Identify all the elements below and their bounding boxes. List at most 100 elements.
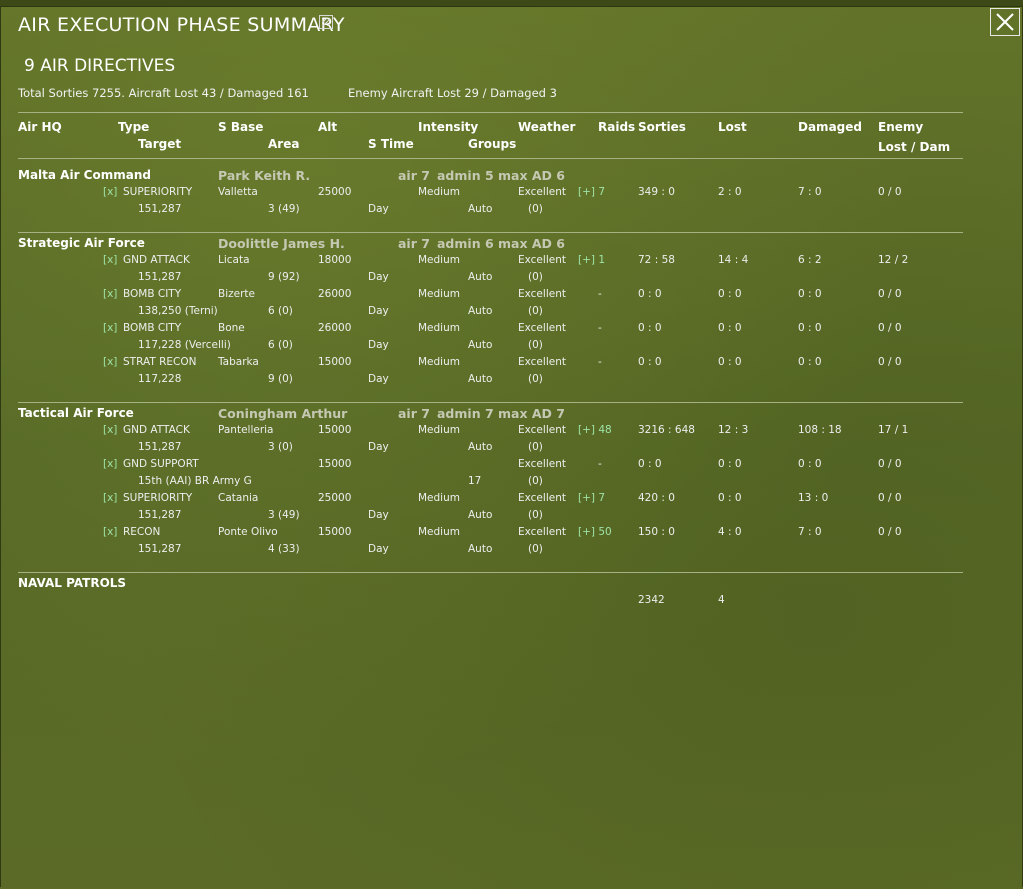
mission-sorties: 3216 : 648 <box>638 424 695 436</box>
mission-sorties: 72 : 58 <box>638 254 675 266</box>
mission-groups: 17 <box>468 475 482 487</box>
mission-time: Day <box>368 305 389 317</box>
mission-groups: Auto <box>468 441 493 453</box>
mission-base: Catania <box>218 492 259 504</box>
mission-intensity: Medium <box>418 186 460 198</box>
col-s-base: S Base <box>218 120 264 134</box>
mission-target: 151,287 <box>138 509 182 521</box>
enemy-totals: Enemy Aircraft Lost 29 / Damaged 3 <box>348 86 557 100</box>
mission-raids: - <box>598 356 602 368</box>
mission-sorties: 0 : 0 <box>638 356 662 368</box>
col-intensity: Intensity <box>418 120 479 134</box>
hq-air-rating: air 7 <box>398 406 430 421</box>
mission-lost: 0 : 0 <box>718 458 742 470</box>
mission-toggle[interactable]: [x] <box>103 492 117 504</box>
mission-damaged: 7 : 0 <box>798 186 822 198</box>
mission-alt: 15000 <box>318 424 352 436</box>
mission-raids[interactable]: [+] 7 <box>578 186 605 198</box>
mission-raid-count: (0) <box>528 203 543 215</box>
mission-raid-count: (0) <box>528 271 543 283</box>
mission-raid-count: (0) <box>528 509 543 521</box>
mission-raid-count: (0) <box>528 441 543 453</box>
mission-groups: Auto <box>468 509 493 521</box>
mission-intensity: Medium <box>418 322 460 334</box>
mission-toggle[interactable]: [x] <box>103 288 117 300</box>
mission-type: SUPERIORITY <box>123 186 193 198</box>
mission-toggle[interactable]: [x] <box>103 356 117 368</box>
section-divider <box>18 572 963 573</box>
mission-base: Tabarka <box>218 356 259 368</box>
hq-admin-rating: admin 6 <box>437 236 494 251</box>
mission-damaged: 0 : 0 <box>798 288 822 300</box>
mission-alt: 26000 <box>318 288 352 300</box>
mission-weather: Excellent <box>518 458 566 470</box>
hq-commander[interactable]: Coningham Arthur <box>218 406 347 421</box>
section-divider <box>18 402 963 403</box>
mission-enemy: 0 / 0 <box>878 322 902 334</box>
mission-lost: 14 : 4 <box>718 254 749 266</box>
mission-intensity: Medium <box>418 526 460 538</box>
report-icon[interactable] <box>319 15 333 29</box>
directives-heading: 9 AIR DIRECTIVES <box>24 56 176 76</box>
mission-toggle[interactable]: [x] <box>103 254 117 266</box>
mission-damaged: 6 : 2 <box>798 254 822 266</box>
mission-toggle[interactable]: [x] <box>103 322 117 334</box>
mission-alt: 18000 <box>318 254 352 266</box>
mission-raid-count: (0) <box>528 373 543 385</box>
col-area: Area <box>268 137 300 151</box>
mission-intensity: Medium <box>418 492 460 504</box>
col-lost: Lost <box>718 120 747 134</box>
hq-name[interactable]: Strategic Air Force <box>18 236 145 250</box>
mission-raids[interactable]: [+] 7 <box>578 492 605 504</box>
col-alt: Alt <box>318 120 338 134</box>
mission-raid-count: (0) <box>528 339 543 351</box>
mission-type: BOMB CITY <box>123 322 182 334</box>
mission-lost: 0 : 0 <box>718 356 742 368</box>
hq-commander[interactable]: Park Keith R. <box>218 168 310 183</box>
mission-enemy: 12 / 2 <box>878 254 909 266</box>
mission-alt: 26000 <box>318 322 352 334</box>
hq-max-ad: max AD 6 <box>498 236 565 251</box>
mission-groups: Auto <box>468 203 493 215</box>
naval-sorties: 2342 <box>638 594 665 606</box>
mission-area: 6 (0) <box>268 305 293 317</box>
mission-base: Pantelleria <box>218 424 274 436</box>
own-totals: Total Sorties 7255. Aircraft Lost 43 / D… <box>18 86 309 100</box>
mission-toggle[interactable]: [x] <box>103 458 117 470</box>
mission-toggle[interactable]: [x] <box>103 526 117 538</box>
mission-time: Day <box>368 203 389 215</box>
mission-weather: Excellent <box>518 288 566 300</box>
mission-target: 15th (AAI) BR Army G <box>138 475 252 487</box>
hq-max-ad: max AD 6 <box>498 168 565 183</box>
mission-toggle[interactable]: [x] <box>103 424 117 436</box>
mission-base: Bizerte <box>218 288 255 300</box>
mission-time: Day <box>368 339 389 351</box>
hq-commander[interactable]: Doolittle James H. <box>218 236 345 251</box>
mission-intensity: Medium <box>418 254 460 266</box>
close-button[interactable] <box>990 8 1020 36</box>
mission-target: 151,287 <box>138 271 182 283</box>
mission-raids[interactable]: [+] 48 <box>578 424 612 436</box>
mission-enemy: 0 / 0 <box>878 288 902 300</box>
mission-type: BOMB CITY <box>123 288 182 300</box>
mission-alt: 15000 <box>318 458 352 470</box>
mission-toggle[interactable]: [x] <box>103 186 117 198</box>
mission-raid-count: (0) <box>528 475 543 487</box>
mission-time: Day <box>368 441 389 453</box>
mission-damaged: 0 : 0 <box>798 322 822 334</box>
col-damaged: Damaged <box>798 120 862 134</box>
mission-type: SUPERIORITY <box>123 492 193 504</box>
mission-raids[interactable]: [+] 1 <box>578 254 605 266</box>
mission-raids[interactable]: [+] 50 <box>578 526 612 538</box>
hq-name[interactable]: Malta Air Command <box>18 168 151 182</box>
mission-target: 138,250 (Terni) <box>138 305 218 317</box>
mission-type: RECON <box>123 526 161 538</box>
mission-damaged: 108 : 18 <box>798 424 842 436</box>
mission-groups: Auto <box>468 373 493 385</box>
mission-weather: Excellent <box>518 254 566 266</box>
mission-target: 151,287 <box>138 203 182 215</box>
hq-name[interactable]: Tactical Air Force <box>18 406 134 420</box>
col-groups: Groups <box>468 137 517 151</box>
mission-area: 3 (49) <box>268 509 300 521</box>
window-title: AIR EXECUTION PHASE SUMMARY <box>18 14 345 36</box>
